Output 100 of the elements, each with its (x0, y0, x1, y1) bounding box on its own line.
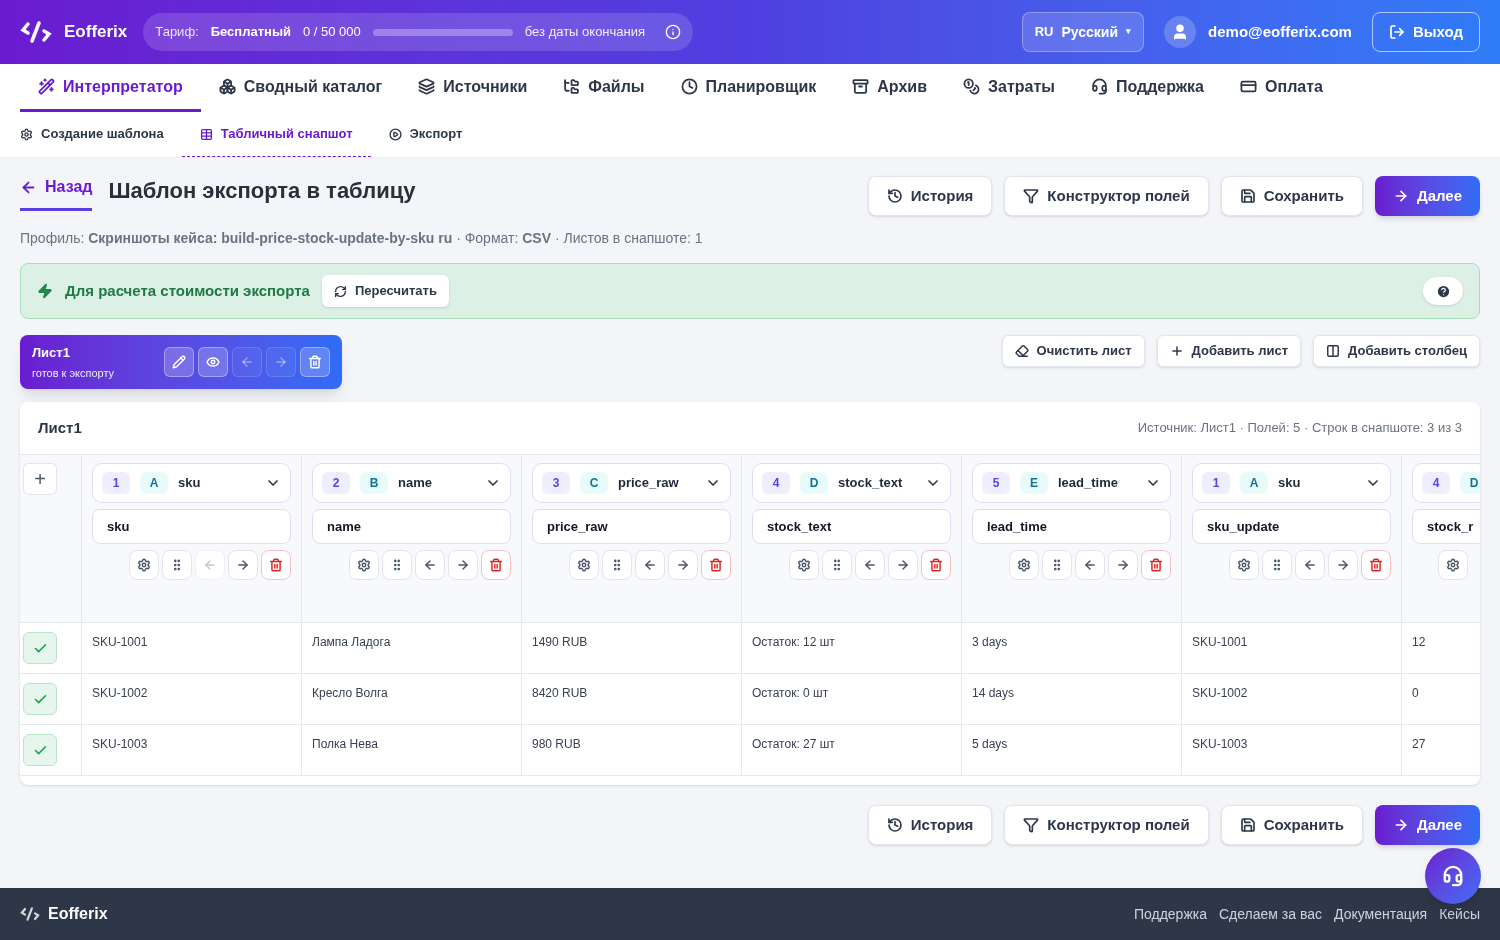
trash-icon (269, 558, 283, 572)
move-left-button[interactable] (855, 550, 885, 580)
edit-button[interactable] (164, 347, 194, 377)
move-right-button[interactable] (228, 550, 258, 580)
column-select[interactable]: 5 E lead_time (972, 463, 1171, 503)
drag-handle[interactable] (1262, 550, 1292, 580)
drag-handle[interactable] (162, 550, 192, 580)
delete-button[interactable] (1361, 550, 1391, 580)
row-checkbox[interactable] (23, 632, 57, 664)
add-row-button[interactable]: + (23, 463, 57, 495)
arrow-right-icon (676, 558, 690, 572)
builder-button[interactable]: Конструктор полей (1004, 176, 1209, 216)
archive-icon (852, 78, 870, 95)
move-left-button[interactable] (415, 550, 445, 580)
field-name-input[interactable]: sku_update (1192, 509, 1391, 544)
recalculate-button[interactable]: Пересчитать (321, 275, 449, 307)
move-left-button[interactable] (635, 550, 665, 580)
column-letter: D (800, 472, 828, 494)
delete-button[interactable] (701, 550, 731, 580)
settings-button[interactable] (789, 550, 819, 580)
settings-button[interactable] (1438, 550, 1468, 580)
save-button[interactable]: Сохранить (1220, 805, 1363, 845)
nav-tab[interactable]: Архив (834, 64, 945, 112)
move-right-button[interactable] (668, 550, 698, 580)
back-link[interactable]: Назад (20, 176, 93, 211)
delete-button[interactable] (1141, 550, 1171, 580)
nav-tab[interactable]: Сводный каталог (200, 64, 401, 112)
info-icon[interactable] (665, 24, 682, 40)
next-button[interactable]: Далее (1374, 176, 1480, 216)
add-sheet-button[interactable]: Добавить лист (1156, 335, 1302, 367)
arrow-left-icon (240, 355, 254, 369)
drag-handle[interactable] (822, 550, 852, 580)
view-button[interactable] (198, 347, 228, 377)
delete-button[interactable] (481, 550, 511, 580)
delete-button[interactable] (921, 550, 951, 580)
move-right-button[interactable] (888, 550, 918, 580)
boxes-icon (218, 78, 236, 95)
footer-link[interactable]: Кейсы (1439, 903, 1480, 925)
move-left-button[interactable] (1075, 550, 1105, 580)
add-column-button[interactable]: Добавить столбец (1313, 335, 1480, 367)
footer-brand: Eofferix (48, 904, 108, 924)
next-button[interactable]: Далее (1374, 805, 1480, 845)
table-cell-text: 12 (1411, 634, 1427, 651)
field-name-input[interactable]: lead_time (972, 509, 1171, 544)
table-cell: SKU-1002 (1182, 674, 1402, 724)
sheet-name: Лист1 (32, 344, 71, 362)
settings-button[interactable] (1009, 550, 1039, 580)
save-button[interactable]: Сохранить (1220, 176, 1363, 216)
column-select[interactable]: 2 B name (312, 463, 511, 503)
footer-link[interactable]: Поддержка (1133, 903, 1207, 925)
table-icon (199, 127, 213, 141)
move-right-button[interactable] (1328, 550, 1358, 580)
sheet-card[interactable]: Лист1 готов к экспорту (20, 335, 342, 389)
footer-link[interactable]: Документация (1334, 903, 1428, 925)
move-right-button[interactable] (448, 550, 478, 580)
field-name-input[interactable]: stock_r (1412, 509, 1480, 544)
nav-tab[interactable]: Источники (400, 64, 546, 112)
settings-button[interactable] (569, 550, 599, 580)
logo-icon (20, 906, 40, 922)
drag-handle[interactable] (382, 550, 412, 580)
row-checkbox[interactable] (23, 734, 57, 766)
language-select[interactable]: RU Русский ▾ (1021, 12, 1145, 52)
sub-tab[interactable]: Табличный снапшот (181, 112, 371, 157)
clear-sheet-button[interactable]: Очистить лист (1001, 335, 1145, 367)
field-name-input[interactable]: name (312, 509, 511, 544)
settings-button[interactable] (349, 550, 379, 580)
move-left-button[interactable] (1295, 550, 1325, 580)
field-name-input[interactable]: price_raw (532, 509, 731, 544)
column-select[interactable]: 1 A sku (92, 463, 291, 503)
settings-button[interactable] (1229, 550, 1259, 580)
column-select[interactable]: 3 C price_raw (532, 463, 731, 503)
history-button[interactable]: История (867, 805, 993, 845)
column-number: 3 (542, 472, 570, 494)
column-select[interactable]: 4 D (1412, 463, 1480, 503)
nav-tab[interactable]: Планировщик (662, 64, 835, 112)
nav-tab[interactable]: Затраты (945, 64, 1073, 112)
move-right-button[interactable] (1108, 550, 1138, 580)
sub-tab[interactable]: Создание шаблона (20, 112, 182, 157)
nav-tab[interactable]: Оплата (1222, 64, 1341, 112)
nav-tab[interactable]: Файлы (545, 64, 663, 112)
drag-handle[interactable] (1042, 550, 1072, 580)
sub-tab[interactable]: Экспорт (370, 112, 481, 157)
column-letter: C (580, 472, 608, 494)
footer-link[interactable]: Сделаем за вас (1219, 903, 1322, 925)
nav-tab[interactable]: Интерпретатор (20, 64, 201, 112)
nav-tab[interactable]: Поддержка (1072, 64, 1222, 112)
support-chat-button[interactable] (1425, 848, 1481, 904)
table-cell: 980 RUB (522, 725, 742, 775)
row-checkbox[interactable] (23, 683, 57, 715)
drag-handle[interactable] (602, 550, 632, 580)
help-button[interactable] (1423, 277, 1463, 305)
field-name-input[interactable]: stock_text (752, 509, 951, 544)
settings-button[interactable] (129, 550, 159, 580)
history-button[interactable]: История (867, 176, 993, 216)
column-select[interactable]: 1 A sku (1192, 463, 1391, 503)
delete-button[interactable] (261, 550, 291, 580)
builder-button[interactable]: Конструктор полей (1004, 805, 1209, 845)
field-name-input[interactable]: sku (92, 509, 291, 544)
logout-button[interactable]: Выход (1371, 12, 1480, 52)
column-select[interactable]: 4 D stock_text (752, 463, 951, 503)
